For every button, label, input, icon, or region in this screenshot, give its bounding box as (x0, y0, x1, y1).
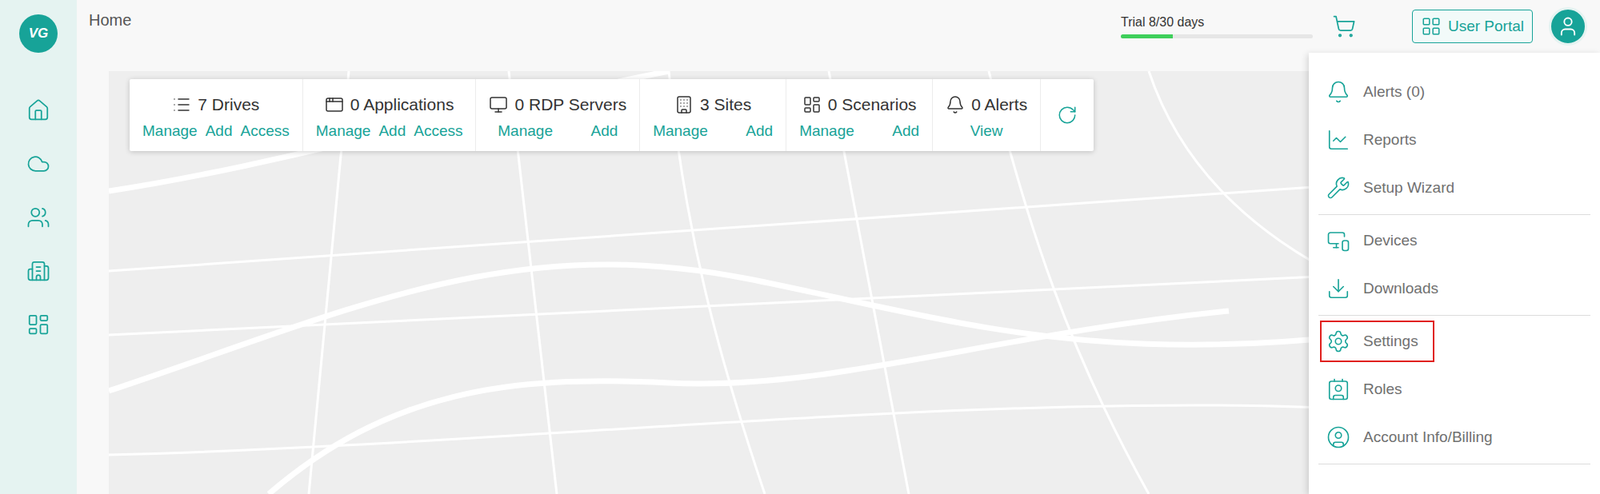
menu-item-content: Setup Wizard (1320, 167, 1471, 209)
stat-action-link[interactable]: Manage (497, 122, 553, 140)
stat-item: 0 Applications Manage Add Access (303, 79, 477, 152)
stat-actions: Manage Add Access (316, 122, 464, 140)
download-icon (1326, 276, 1351, 301)
menu-item[interactable]: Devices (1308, 216, 1600, 265)
stat-title: 0 RDP Servers (488, 95, 627, 115)
bell-icon (945, 95, 965, 115)
avatar-button[interactable] (1548, 7, 1588, 46)
applications-icon (324, 95, 344, 115)
bell-icon (1326, 80, 1351, 104)
chart-icon (1326, 128, 1351, 152)
trial-status: Trial 8/30 days (1120, 15, 1313, 39)
menu-item-content: Settings (1320, 320, 1435, 363)
menu-item-content: Roles (1320, 368, 1419, 411)
menu-item[interactable]: Downloads (1308, 264, 1600, 313)
stat-actions: Manage Add Access (142, 122, 290, 140)
cart-icon (1332, 14, 1356, 39)
id-card-icon (1326, 377, 1351, 402)
stat-action-link[interactable]: Add (378, 122, 406, 140)
stat-title: 0 Applications (324, 95, 455, 115)
stat-title: 7 Drives (172, 95, 260, 115)
menu-divider (1318, 214, 1591, 216)
menu-item[interactable]: Reports (1308, 116, 1600, 164)
page-title: Home (88, 0, 132, 30)
stat-action-link[interactable]: Add (205, 122, 233, 140)
sidebar-item[interactable] (14, 83, 63, 137)
logo[interactable]: VG (19, 14, 58, 53)
app-shell: VG Home Trial 8/30 days User Portal 7 Drives… (0, 0, 1600, 494)
stat-action-link[interactable]: Access (413, 122, 463, 140)
stats-card: 7 Drives Manage Add Access 0 Applications Man… (129, 79, 1094, 152)
users-icon (26, 205, 51, 230)
menu-item-content: Alerts (0) (1320, 71, 1441, 113)
trial-progress-fill (1120, 34, 1173, 39)
refresh-icon (1056, 104, 1078, 126)
top-bar: Home Trial 8/30 days User Portal (76, 0, 1600, 53)
stat-action-link[interactable]: Add (892, 122, 920, 140)
sidebar-item[interactable] (14, 136, 63, 191)
user-menu: Alerts (0) Reports Setup Wizard Devices Down… (1308, 52, 1600, 494)
stat-item: 0 RDP Servers Manage Add (476, 79, 640, 152)
stat-actions: View (970, 122, 1004, 140)
menu-group: Alerts (0) Reports Setup Wizard (1308, 66, 1600, 215)
refresh-button[interactable] (1040, 79, 1094, 152)
user-circle-icon (1326, 425, 1351, 450)
dashboard-icon (26, 312, 51, 337)
stat-actions: Manage Add (799, 122, 920, 140)
stat-action-link[interactable]: Manage (799, 122, 855, 140)
stat-action-link[interactable]: View (970, 122, 1004, 140)
cart-button[interactable] (1332, 14, 1356, 39)
sidebar-item[interactable] (14, 190, 63, 244)
stat-actions: Manage Add (497, 122, 618, 140)
stat-action-link[interactable]: Manage (142, 122, 198, 140)
menu-divider (1318, 464, 1591, 465)
stat-item: 0 Alerts View (932, 79, 1041, 152)
menu-item-content: Downloads (1320, 268, 1455, 310)
trial-label: Trial 8/30 days (1120, 15, 1313, 30)
menu-item-content: Devices (1320, 220, 1434, 262)
user-portal-button[interactable]: User Portal (1412, 9, 1533, 44)
menu-item-content: Account Info/Billing (1320, 416, 1509, 459)
stat-item: 0 Scenarios Manage Add (786, 79, 933, 152)
scenarios-icon (802, 95, 822, 115)
menu-item[interactable]: Setup Wizard (1308, 164, 1600, 212)
stat-title: 0 Alerts (945, 95, 1028, 115)
sites-icon (26, 259, 51, 284)
stat-action-link[interactable]: Add (590, 122, 618, 140)
home-icon (26, 98, 51, 123)
cloud-icon (26, 152, 51, 176)
menu-group: Devices Downloads (1308, 215, 1600, 316)
trial-progress (1120, 34, 1313, 39)
menu-item-content: Reports (1320, 119, 1433, 161)
stat-actions: Manage Add (652, 122, 773, 140)
drives-icon (172, 95, 192, 115)
building-icon (674, 95, 694, 115)
wrench-icon (1326, 176, 1351, 200)
gear-icon (1326, 329, 1351, 354)
menu-group: Settings Roles Account Info/Billing (1308, 316, 1600, 464)
stat-item: 7 Drives Manage Add Access (129, 79, 304, 152)
stat-action-link[interactable]: Access (240, 122, 289, 140)
menu-divider (1318, 315, 1591, 316)
monitor-icon (488, 95, 508, 115)
stat-action-link[interactable]: Manage (652, 122, 708, 140)
sidebar-item[interactable] (14, 297, 63, 352)
stat-action-link[interactable]: Manage (316, 122, 372, 140)
menu-item[interactable]: Account Info/Billing (1308, 413, 1600, 462)
stat-item: 3 Sites Manage Add (640, 79, 787, 152)
portal-icon (1420, 16, 1442, 37)
user-icon (1556, 15, 1580, 38)
sidebar: VG (0, 0, 77, 494)
sidebar-item[interactable] (14, 244, 63, 298)
stat-action-link[interactable]: Add (745, 122, 773, 140)
devices-icon (1326, 228, 1351, 253)
menu-item[interactable]: Settings (1308, 317, 1600, 366)
menu-item[interactable]: Alerts (0) (1308, 68, 1600, 116)
menu-item[interactable]: Roles (1308, 365, 1600, 414)
stat-title: 0 Scenarios (802, 95, 917, 115)
stat-title: 3 Sites (674, 95, 752, 115)
top-bar-actions: Trial 8/30 days User Portal (1120, 0, 1588, 53)
